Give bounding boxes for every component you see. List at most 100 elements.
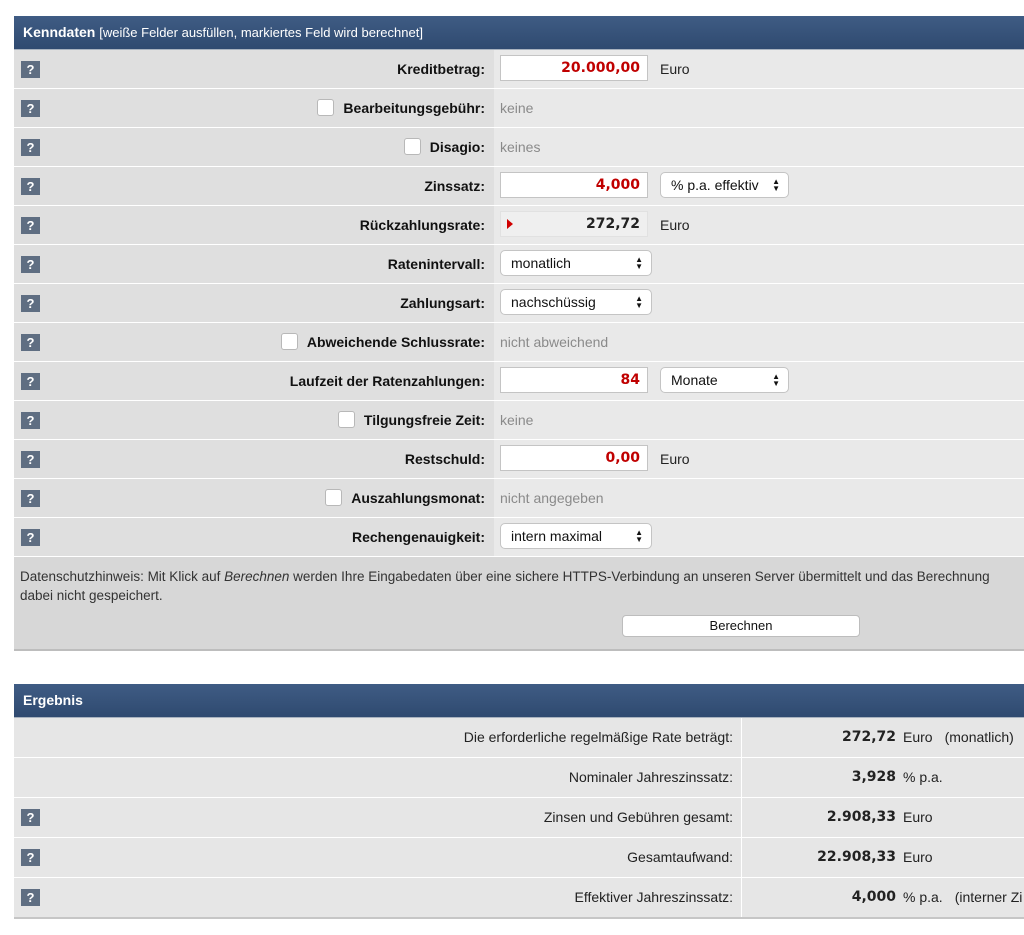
notice-part2: werden Ihre Eingabedaten über eine siche… <box>289 569 990 584</box>
rueckzahlungsrate-value: 272,72 <box>585 216 640 232</box>
zinssatz-input[interactable]: 4,000 <box>500 172 648 198</box>
help-icon[interactable]: ? <box>21 217 40 234</box>
tilgungsfrei-label-wrap: Tilgungsfreie Zeit: <box>337 401 485 439</box>
help-icon[interactable]: ? <box>21 412 40 429</box>
tilgungsfrei-value: keine <box>500 412 534 428</box>
restschuld-input[interactable]: 0,00 <box>500 445 648 471</box>
laufzeit-unit-select[interactable]: Monate ▲ ▼ <box>660 367 789 393</box>
result-label: Die erforderliche regelmäßige Rate beträ… <box>463 729 733 745</box>
row-rechengenauigkeit: ? Rechengenauigkeit: intern maximal ▲ ▼ <box>14 518 1024 557</box>
schlussrate-checkbox[interactable] <box>280 332 298 350</box>
rechengenauigkeit-label: Rechengenauigkeit: <box>351 529 485 545</box>
notice-emph: Berechnen <box>224 569 290 584</box>
select-arrows-icon: ▲ ▼ <box>772 177 780 193</box>
select-arrows-icon: ▲ ▼ <box>772 372 780 388</box>
result-value: 3,928 <box>851 769 896 785</box>
result-row: Die erforderliche regelmäßige Rate beträ… <box>14 718 1024 758</box>
select-arrows-icon: ▲ ▼ <box>635 255 643 271</box>
help-icon[interactable]: ? <box>21 529 40 546</box>
schlussrate-label: Abweichende Schlussrate: <box>306 334 485 350</box>
ergebnis-panel: Ergebnis Die erforderliche regelmäßige R… <box>14 684 1024 919</box>
privacy-notice-text: Datenschutzhinweis: Mit Klick auf Berech… <box>20 567 1024 605</box>
row-zinssatz: ? Zinssatz: 4,000 % p.a. effektiv ▲ ▼ <box>14 167 1024 206</box>
row-bearbeitungsgebuehr: ? Bearbeitungsgebühr: keine <box>14 89 1024 128</box>
disagio-label: Disagio: <box>429 139 485 155</box>
kenndaten-subtitle: [weiße Felder ausfüllen, markiertes Feld… <box>99 25 423 40</box>
help-icon[interactable]: ? <box>21 490 40 507</box>
ratenintervall-select[interactable]: monatlich ▲ ▼ <box>500 250 652 276</box>
rueckzahlungsrate-unit: Euro <box>660 217 690 233</box>
row-zahlungsart: ? Zahlungsart: nachschüssig ▲ ▼ <box>14 284 1024 323</box>
result-unit-wrap: % p.a. <box>903 758 943 797</box>
ergebnis-title: Ergebnis <box>23 692 83 708</box>
row-rueckzahlungsrate: ? Rückzahlungsrate: 272,72 Euro <box>14 206 1024 245</box>
result-note: (monatlich) <box>944 729 1014 745</box>
auszahlungsmonat-checkbox[interactable] <box>325 488 343 506</box>
result-unit: % p.a. <box>903 769 943 785</box>
bearbeitungsgebuehr-value: keine <box>500 100 534 116</box>
result-row: ? Effektiver Jahreszinssatz: 4,000 % p.a… <box>14 878 1024 919</box>
result-row: Nominaler Jahreszinssatz: 3,928 % p.a. <box>14 758 1024 798</box>
select-arrows-icon: ▲ ▼ <box>635 528 643 544</box>
rechengenauigkeit-value: intern maximal <box>511 528 603 544</box>
help-icon[interactable]: ? <box>21 373 40 390</box>
help-icon[interactable]: ? <box>21 100 40 117</box>
kreditbetrag-input[interactable]: 20.000,00 <box>500 55 648 81</box>
result-label: Gesamtaufwand: <box>627 849 733 865</box>
row-disagio: ? Disagio: keines <box>14 128 1024 167</box>
laufzeit-label: Laufzeit der Ratenzahlungen: <box>289 373 485 389</box>
result-unit: Euro <box>903 809 933 825</box>
result-label: Zinsen und Gebühren gesamt: <box>543 809 733 825</box>
ergebnis-header: Ergebnis <box>14 684 1024 718</box>
help-icon[interactable]: ? <box>21 451 40 468</box>
kenndaten-panel: Kenndaten [weiße Felder ausfüllen, marki… <box>14 16 1024 651</box>
result-unit: Euro <box>903 849 933 865</box>
bearbeitungsgebuehr-checkbox[interactable] <box>317 98 335 116</box>
notice-line2: dabei nicht gespeichert. <box>20 588 163 603</box>
row-ratenintervall: ? Ratenintervall: monatlich ▲ ▼ <box>14 245 1024 284</box>
help-icon[interactable]: ? <box>21 256 40 273</box>
help-icon[interactable]: ? <box>21 178 40 195</box>
disagio-checkbox[interactable] <box>403 137 421 155</box>
zinssatz-unit-select[interactable]: % p.a. effektiv ▲ ▼ <box>660 172 789 198</box>
berechnen-button[interactable]: Berechnen <box>622 615 860 637</box>
restschuld-label: Restschuld: <box>404 451 485 467</box>
disagio-label-wrap: Disagio: <box>403 128 485 166</box>
rueckzahlungsrate-label: Rückzahlungsrate: <box>359 217 485 233</box>
result-unit-wrap: Euro <box>903 798 933 837</box>
rechengenauigkeit-select[interactable]: intern maximal ▲ ▼ <box>500 523 652 549</box>
tilgungsfrei-label: Tilgungsfreie Zeit: <box>363 412 485 428</box>
zahlungsart-select[interactable]: nachschüssig ▲ ▼ <box>500 289 652 315</box>
result-label: Nominaler Jahreszinssatz: <box>568 769 733 785</box>
result-row: ? Zinsen und Gebühren gesamt: 2.908,33 E… <box>14 798 1024 838</box>
result-unit-wrap: Euro <box>903 838 933 877</box>
rueckzahlungsrate-input[interactable]: 272,72 <box>500 211 648 237</box>
result-unit: Euro <box>903 729 933 745</box>
kreditbetrag-label: Kreditbetrag: <box>397 61 485 77</box>
zahlungsart-value: nachschüssig <box>511 294 596 310</box>
auszahlungsmonat-value: nicht angegeben <box>500 490 604 506</box>
help-icon[interactable]: ? <box>21 139 40 156</box>
row-restschuld: ? Restschuld: 0,00 Euro <box>14 440 1024 479</box>
laufzeit-input[interactable]: 84 <box>500 367 648 393</box>
result-value: 272,72 <box>841 729 896 745</box>
calculated-marker-icon <box>507 219 513 229</box>
select-arrows-icon: ▲ ▼ <box>635 294 643 310</box>
tilgungsfrei-checkbox[interactable] <box>337 410 355 428</box>
zahlungsart-label: Zahlungsart: <box>400 295 485 311</box>
auszahlungsmonat-label: Auszahlungsmonat: <box>351 490 485 506</box>
row-tilgungsfrei: ? Tilgungsfreie Zeit: keine <box>14 401 1024 440</box>
help-icon[interactable]: ? <box>21 295 40 312</box>
result-row: ? Gesamtaufwand: 22.908,33 Euro <box>14 838 1024 878</box>
schlussrate-value: nicht abweichend <box>500 334 609 350</box>
result-unit-wrap: % p.a. (interner Zi <box>903 878 1022 917</box>
row-auszahlungsmonat: ? Auszahlungsmonat: nicht angegeben <box>14 479 1024 518</box>
laufzeit-unit-value: Monate <box>671 372 718 388</box>
zinssatz-unit-value: % p.a. effektiv <box>671 177 759 193</box>
help-icon[interactable]: ? <box>21 334 40 351</box>
bearbeitungsgebuehr-label-wrap: Bearbeitungsgebühr: <box>317 89 485 127</box>
result-note: (interner Zi <box>954 889 1023 905</box>
help-icon[interactable]: ? <box>21 61 40 78</box>
schlussrate-label-wrap: Abweichende Schlussrate: <box>280 323 485 361</box>
kenndaten-title: Kenndaten <box>23 24 96 40</box>
